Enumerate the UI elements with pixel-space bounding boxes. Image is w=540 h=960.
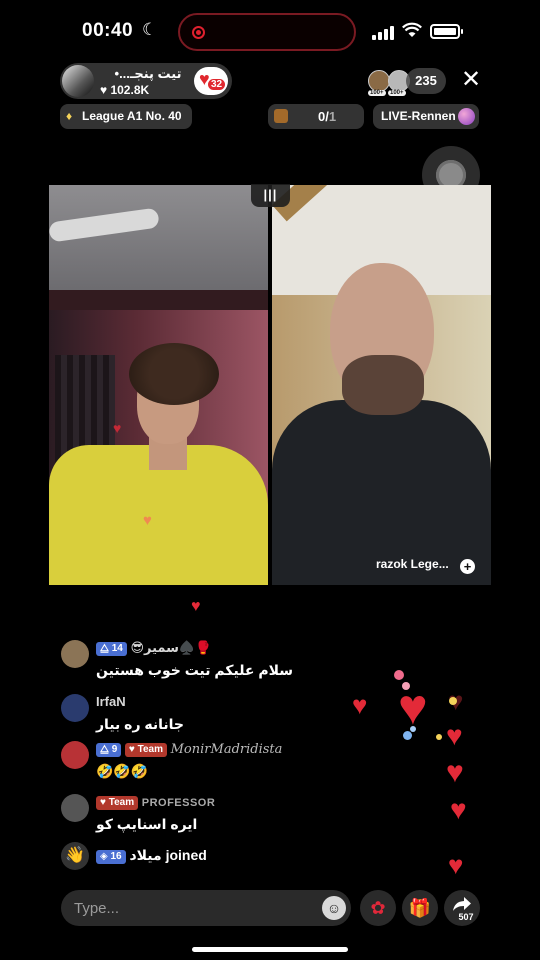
avatar[interactable] [61, 694, 89, 722]
level-badge: ⧋ 9 [96, 743, 122, 757]
live-race-label: LIVE-Rennen [381, 109, 456, 123]
moon-icon: ☾ [142, 20, 158, 39]
diamond-icon: ♦ [66, 109, 73, 123]
status-bar: 00:40 ☾ [0, 0, 540, 64]
avatar[interactable] [61, 741, 89, 769]
close-button[interactable]: ✕ [458, 67, 484, 93]
sparkle [449, 697, 457, 705]
heart-icon: ♥ [143, 512, 152, 529]
sparkle [403, 731, 412, 740]
host-likes: ♥ 102.8K [100, 83, 150, 97]
host-name: تیت پنجـ...• [114, 66, 182, 81]
gift-icon[interactable]: 🎁 [402, 890, 438, 926]
live-race-pill[interactable]: LIVE-Rennen [373, 104, 479, 129]
heart-icon: ♥ [352, 690, 368, 720]
task-total: 1 [328, 109, 337, 124]
heart-icon: ♥ [446, 720, 463, 751]
sparkle [410, 726, 416, 732]
home-indicator[interactable] [192, 947, 348, 952]
heart-icon: ♥ [446, 756, 464, 789]
wifi-icon [402, 22, 422, 43]
host-video-feed[interactable]: ♥ ♥ [49, 185, 268, 585]
sparkle [436, 734, 442, 740]
task-progress-pill[interactable]: 0/1 [268, 104, 364, 129]
host-avatar[interactable] [62, 65, 94, 97]
comment-text: سلام علیکم تیت خوب هستین [96, 662, 294, 678]
task-progress: 0/ [318, 109, 329, 124]
share-icon [453, 897, 471, 911]
audio-level-icon[interactable]: ||| [251, 184, 290, 207]
join-username[interactable]: میلاد [129, 847, 161, 863]
viewer-count[interactable]: 235 [406, 68, 446, 94]
comment-username[interactable]: 😎سمیر♠️🥊 [130, 640, 211, 655]
avatar[interactable] [61, 640, 89, 668]
comment-input[interactable] [61, 890, 351, 926]
comment-username[interactable]: IrfaN [96, 694, 126, 709]
dynamic-island [178, 13, 356, 51]
heart-icon: ♥ [113, 420, 122, 436]
avatar[interactable] [61, 794, 89, 822]
rose-gift-button[interactable]: ✿ [360, 890, 396, 926]
sparkle [394, 670, 404, 680]
comment-text: ایره اسنایپ کو [96, 816, 198, 832]
host-profile-pill[interactable]: تیت پنجـ...• ♥ 102.8K ♥ 32 [60, 63, 232, 99]
comment-text: جانانه ره بیار [96, 716, 184, 732]
comment-username[interactable]: PROFESSOR [142, 797, 216, 809]
heart-icon: ♥ [448, 850, 464, 880]
guest-video-feed[interactable]: razok Lege... + [272, 185, 491, 585]
host-heart-badge[interactable]: ♥ 32 [194, 67, 228, 95]
comment-username[interactable]: MonirMadridista [171, 742, 283, 757]
avatar[interactable]: 100+ [368, 70, 390, 96]
task-icon [274, 109, 288, 123]
sparkle [402, 682, 410, 690]
planet-icon [458, 108, 475, 125]
recording-icon [192, 26, 205, 39]
heart-icon: ♥ [450, 794, 467, 825]
cellular-signal-icon [372, 24, 396, 40]
host-badge-number: 32 [208, 79, 226, 90]
league-pill[interactable]: ♦ League A1 No. 40 [60, 104, 192, 129]
avatar-label: 100+ [388, 90, 406, 96]
join-action: joined [165, 847, 207, 863]
guest-name[interactable]: razok Lege... [376, 557, 449, 571]
team-badge: ♥ Team [96, 796, 139, 810]
clock: 00:40 [82, 20, 134, 41]
battery-icon [430, 24, 463, 39]
share-count: 507 [458, 912, 474, 922]
heart-icon: ♥ [191, 598, 201, 615]
league-label: League A1 No. 40 [82, 109, 182, 123]
level-badge: ◈ 16 [96, 850, 126, 864]
heart-icon: ♥ [398, 679, 428, 735]
follow-guest-button[interactable]: + [460, 559, 475, 574]
comment-text: 🤣🤣🤣 [96, 763, 149, 779]
team-badge: ♥ Team [124, 743, 167, 757]
emoji-icon[interactable]: ☺ [322, 896, 346, 920]
wave-icon: 👋 [61, 842, 89, 870]
level-badge: ⧋ 14 [96, 642, 127, 656]
avatar-label: 100+ [368, 90, 386, 96]
